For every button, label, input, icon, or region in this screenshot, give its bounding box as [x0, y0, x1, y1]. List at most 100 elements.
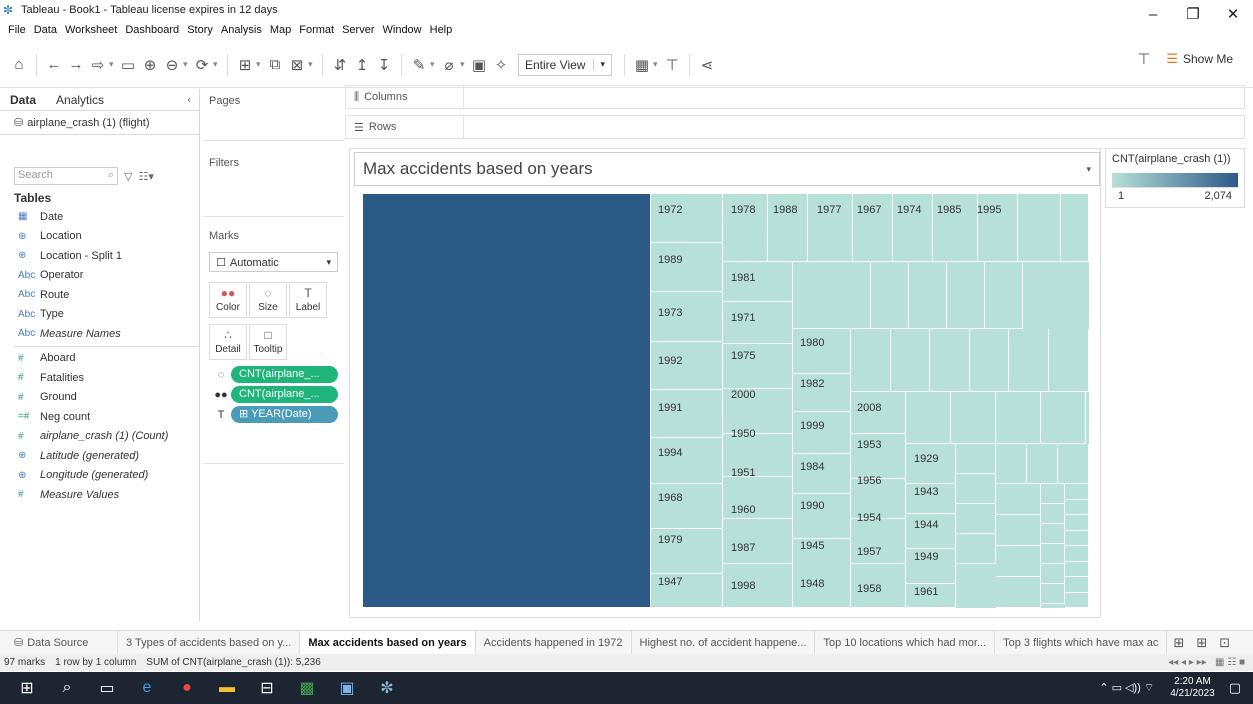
treemap-cell[interactable]: [651, 390, 723, 438]
treemap-cell[interactable]: [956, 474, 996, 504]
menu-item-analysis[interactable]: Analysis: [217, 24, 266, 36]
tray-icons[interactable]: ⌃ ▭ ◁)) ⌔: [1099, 681, 1154, 695]
treemap-cell[interactable]: [363, 194, 651, 608]
minimize-icon[interactable]: –: [1133, 0, 1173, 28]
detail-button[interactable]: ∴ Detail: [209, 324, 247, 360]
treemap-cell[interactable]: [1041, 584, 1065, 604]
close-icon[interactable]: ✕: [1213, 0, 1253, 28]
treemap-cell[interactable]: [1065, 530, 1089, 546]
mark-pill[interactable]: ●● CNT(airplane_...: [211, 386, 338, 403]
redo-icon[interactable]: →: [65, 56, 87, 73]
treemap-cell[interactable]: [1049, 329, 1089, 392]
new-worksheet-icon[interactable]: ⊞: [1173, 635, 1184, 651]
treemap-cell[interactable]: [1018, 194, 1061, 262]
treemap-cell[interactable]: [1065, 499, 1089, 515]
treemap-cell[interactable]: [951, 392, 996, 444]
field-neg-count[interactable]: =# Neg count: [0, 407, 199, 427]
new-story-icon[interactable]: ⊡: [1219, 635, 1230, 651]
treemap-cell[interactable]: [996, 392, 1041, 444]
treemap-cell[interactable]: [1041, 544, 1065, 564]
treemap-cell[interactable]: [793, 329, 851, 374]
treemap-cell[interactable]: [956, 534, 996, 564]
mark-pill[interactable]: T ⊞ YEAR(Date): [211, 406, 338, 423]
menu-item-format[interactable]: Format: [295, 24, 338, 36]
treemap-cell[interactable]: [1058, 444, 1089, 484]
treemap-cell[interactable]: [1065, 561, 1089, 577]
treemap-cell[interactable]: [956, 504, 996, 534]
swap-icon[interactable]: ⇵: [329, 56, 351, 74]
field-location[interactable]: ⊕ Location: [0, 227, 199, 247]
treemap-cell[interactable]: [890, 329, 931, 392]
treemap-cell[interactable]: [996, 444, 1027, 484]
field-operator[interactable]: Abc Operator: [0, 266, 199, 286]
field-measure-names[interactable]: Abc Measure Names: [0, 324, 199, 344]
new-dashboard-icon[interactable]: ⊞: [1196, 635, 1207, 651]
menu-item-worksheet[interactable]: Worksheet: [61, 24, 121, 36]
treemap-cell[interactable]: [909, 262, 947, 329]
treemap-cell[interactable]: [1041, 564, 1065, 584]
treemap-cell[interactable]: [793, 412, 851, 454]
show-me-button[interactable]: ⊤ ☰ Show Me: [1137, 50, 1233, 68]
menu-item-window[interactable]: Window: [379, 24, 426, 36]
save-icon[interactable]: ▭: [117, 56, 139, 74]
duplicate-sheet-icon[interactable]: ⧉: [264, 56, 286, 73]
menu-item-server[interactable]: Server: [338, 24, 378, 36]
tab-data[interactable]: Data: [0, 93, 46, 107]
treemap-cell[interactable]: [1065, 592, 1089, 608]
field-type[interactable]: Abc Type: [0, 305, 199, 325]
filters-card[interactable]: Filters: [203, 151, 344, 217]
refresh-icon[interactable]: ⟳: [191, 56, 213, 74]
sheet-tab[interactable]: Top 10 locations which had mor...: [815, 630, 996, 655]
clear-sheet-icon[interactable]: ⊠: [286, 56, 308, 74]
datasource-item[interactable]: ⛁ airplane_crash (1) (flight): [0, 111, 199, 135]
home-icon[interactable]: ⌂: [8, 56, 30, 73]
treemap-cell[interactable]: [851, 329, 891, 392]
pages-card[interactable]: Pages: [203, 89, 344, 141]
tab-analytics[interactable]: Analytics: [46, 93, 114, 107]
treemap-cell[interactable]: [793, 454, 851, 494]
sheet-tab[interactable]: Highest no. of accident happene...: [632, 630, 816, 655]
treemap-cell[interactable]: [930, 329, 970, 392]
sheet-nav-icons[interactable]: ◂◂ ◂ ▸ ▸▸ ▦ ☷ ■: [1168, 657, 1245, 668]
fix-axes-icon[interactable]: ✧: [490, 56, 512, 74]
sheet-tab[interactable]: Top 3 flights which have max ac: [995, 630, 1168, 655]
menu-item-dashboard[interactable]: Dashboard: [121, 24, 183, 36]
treemap-cell[interactable]: [871, 262, 909, 329]
tooltip-button[interactable]: □ Tooltip: [249, 324, 287, 360]
treemap-cell[interactable]: [1065, 577, 1089, 593]
sheet-tab[interactable]: 3 Types of accidents based on y...: [118, 630, 301, 655]
edge-icon[interactable]: e: [130, 679, 164, 697]
field-aboard[interactable]: # Aboard: [0, 349, 199, 369]
view-options-icon[interactable]: ☷▾: [138, 170, 153, 183]
chevron-down-icon[interactable]: ▾: [1086, 164, 1091, 175]
treemap-cell[interactable]: [906, 392, 951, 444]
chrome-icon[interactable]: ●: [170, 679, 204, 697]
treemap-cell[interactable]: [651, 438, 723, 484]
sheet-tab[interactable]: Accidents happened in 1972: [476, 630, 632, 655]
treemap-cell[interactable]: [1041, 504, 1065, 524]
pause-updates-icon[interactable]: ⊖: [161, 56, 183, 74]
open-icon[interactable]: ⇨: [87, 56, 109, 74]
tableau-taskbar-icon[interactable]: ✼: [370, 678, 404, 698]
presentation-mode-icon[interactable]: ⊤: [661, 56, 683, 74]
label-button[interactable]: T Label: [289, 282, 327, 318]
clock[interactable]: 2:20 AM 4/21/2023: [1170, 676, 1215, 700]
search-icon[interactable]: ⌕: [50, 679, 84, 697]
store-icon[interactable]: ⊟: [250, 678, 284, 698]
treemap-chart[interactable]: 1972 1978 1988 1977 1967 1974 1985 1995 1989 1981…: [363, 194, 1089, 608]
treemap-cell[interactable]: [969, 329, 1010, 392]
notifications-icon[interactable]: ▢: [1229, 680, 1241, 696]
treemap-cell[interactable]: [833, 262, 871, 329]
treemap-cell[interactable]: [996, 484, 1041, 515]
collapse-icon[interactable]: ‹: [187, 94, 199, 106]
sort-ascending-icon[interactable]: ↥: [351, 56, 373, 74]
show-labels-icon[interactable]: ▣: [468, 56, 490, 74]
sheet-title[interactable]: Max accidents based on years ▾: [354, 152, 1100, 186]
treemap-cell[interactable]: [996, 577, 1041, 608]
excel-icon[interactable]: ▩: [290, 678, 324, 698]
treemap-cell[interactable]: [956, 444, 996, 474]
color-button[interactable]: ●● Color: [209, 282, 247, 318]
treemap-cell[interactable]: [651, 194, 723, 243]
mark-pill[interactable]: ◌ CNT(airplane_...: [211, 366, 338, 383]
field-location-split-1[interactable]: ⊕ Location - Split 1: [0, 246, 199, 266]
